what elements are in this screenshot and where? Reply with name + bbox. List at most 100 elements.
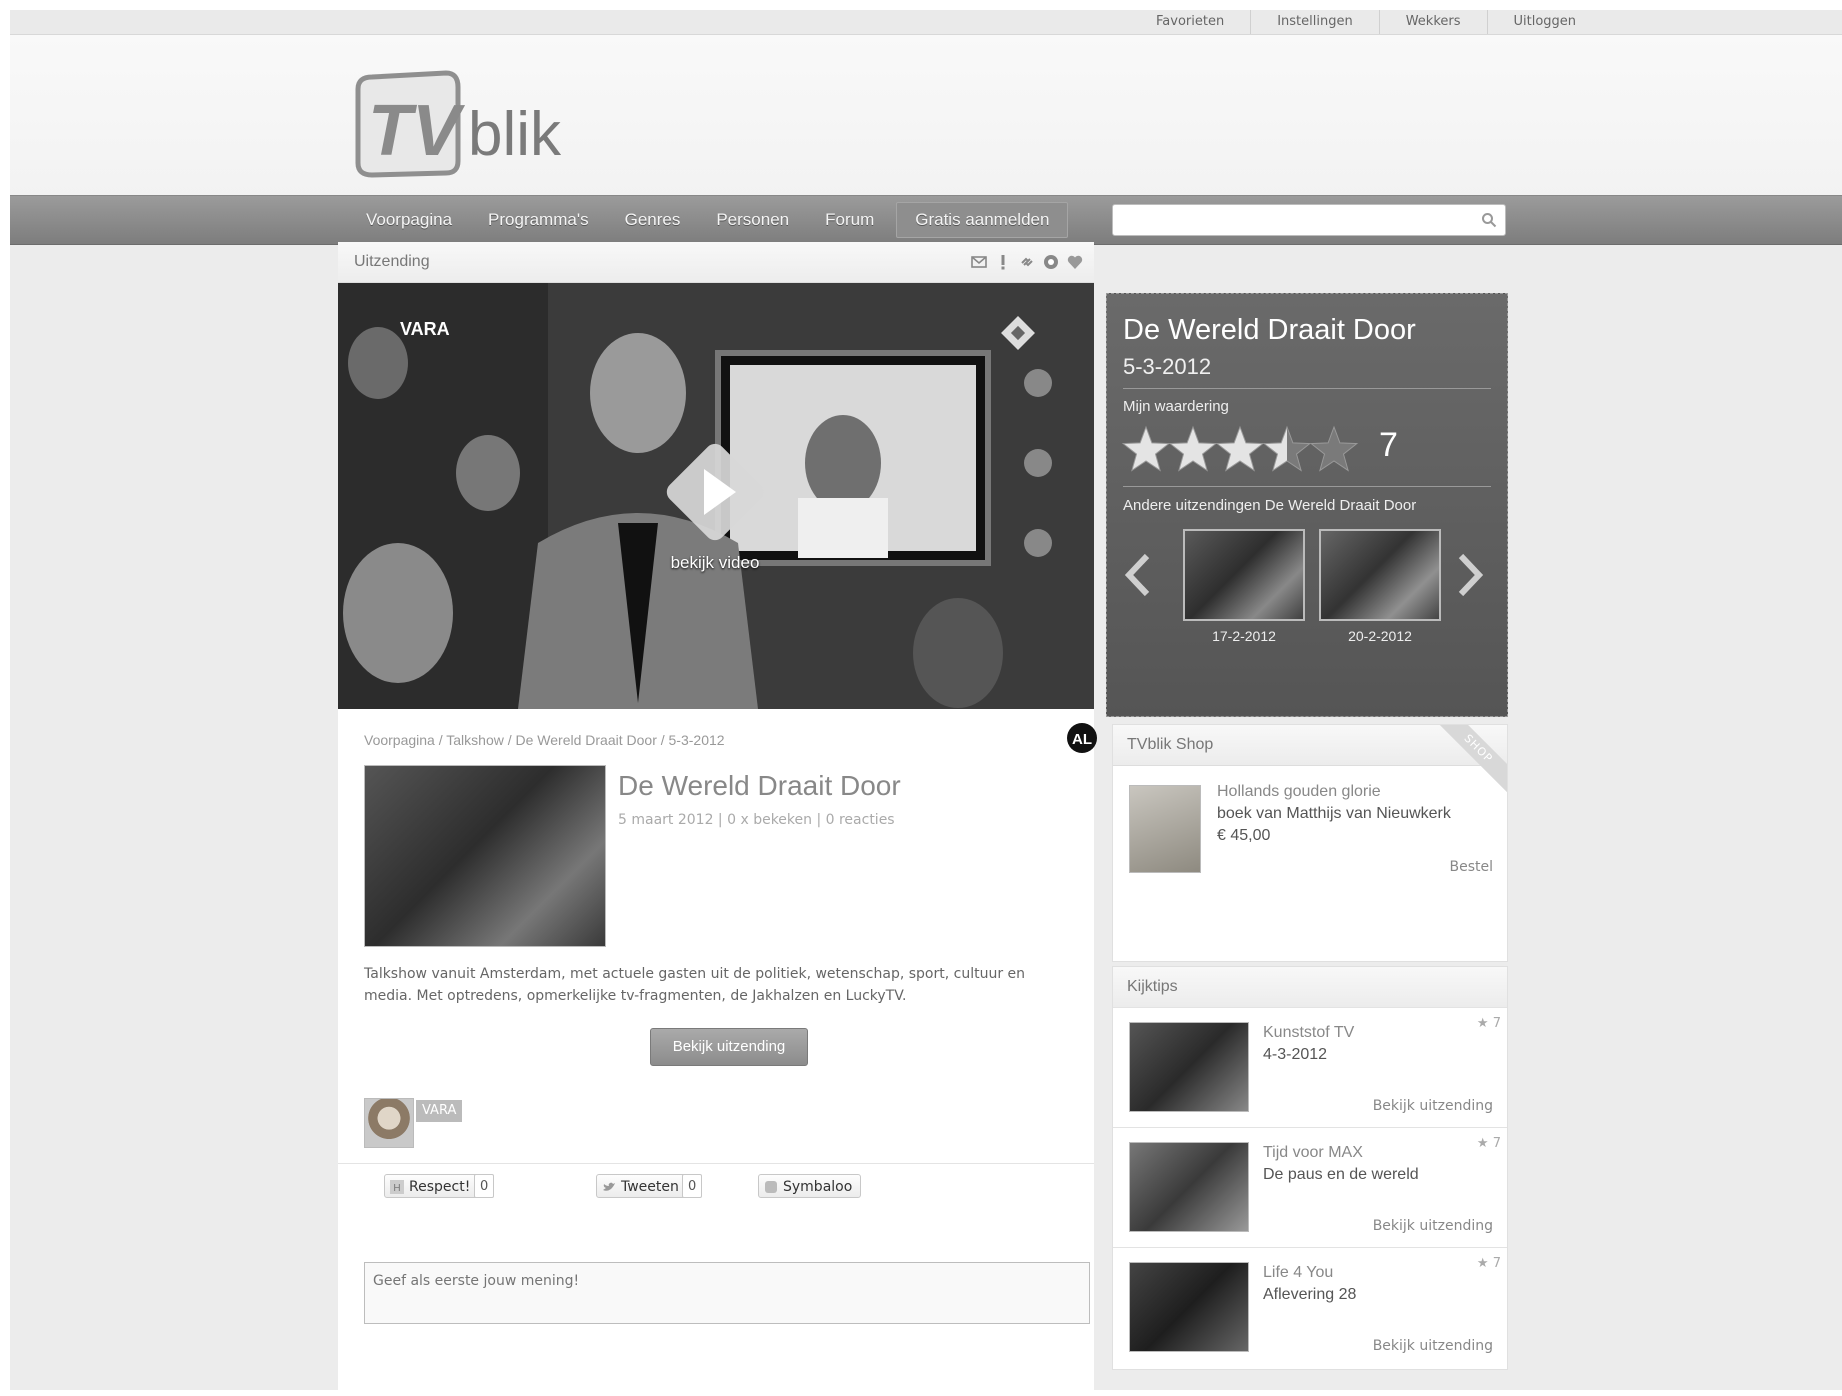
svg-text:H: H: [393, 1183, 400, 1194]
age-rating-text: AL: [1072, 731, 1092, 748]
respect-button[interactable]: H Respect!: [384, 1174, 480, 1198]
order-link[interactable]: Bestel: [1449, 859, 1493, 875]
list-item[interactable]: Life 4 You Aflevering 28 ★ 7 Bekijk uitz…: [1113, 1247, 1507, 1366]
nav-item-genres[interactable]: Genres: [607, 196, 699, 244]
site-header: TV blik: [10, 35, 1842, 205]
top-links: Favorieten Instellingen Wekkers Uitlogge…: [1130, 10, 1602, 34]
chevron-left-icon[interactable]: [1121, 550, 1155, 600]
respect-label: Respect!: [409, 1179, 471, 1195]
tweet-label: Tweeten: [621, 1179, 679, 1195]
logo-tv-text: TV: [368, 91, 466, 171]
episode-date: 5-3-2012: [1123, 354, 1212, 379]
tip-title[interactable]: Kunststof TV: [1263, 1024, 1354, 1042]
shop-box: TVblik Shop SHOP Hollands gouden glorie …: [1112, 724, 1508, 962]
video-player[interactable]: VARA bekijk video: [338, 283, 1094, 709]
tip-title[interactable]: Tijd voor MAX: [1263, 1144, 1363, 1162]
respect-icon: H: [390, 1180, 404, 1194]
age-rating-badge: AL: [1067, 723, 1097, 753]
tip-title[interactable]: Life 4 You: [1263, 1264, 1333, 1282]
nav-item-programmas[interactable]: Programma's: [470, 196, 607, 244]
tip-watch-link[interactable]: Bekijk uitzending: [1373, 1098, 1493, 1114]
broadcaster-avatar[interactable]: [364, 1098, 414, 1148]
top-link-favorieten[interactable]: Favorieten: [1130, 10, 1250, 34]
tip-subtitle: De paus en de wereld: [1263, 1166, 1419, 1183]
comment-input[interactable]: [364, 1262, 1090, 1324]
respect-count: 0: [474, 1174, 495, 1198]
shop-item-image[interactable]: [1129, 785, 1201, 873]
tip-thumbnail[interactable]: [1129, 1262, 1249, 1352]
list-item[interactable]: Kunststof TV 4-3-2012 ★ 7 Bekijk uitzend…: [1113, 1007, 1507, 1126]
share-icon[interactable]: [1042, 253, 1060, 271]
tip-subtitle: 4-3-2012: [1263, 1046, 1328, 1063]
tip-rating-value: 7: [1492, 1136, 1501, 1151]
divider: [1123, 486, 1491, 487]
article-meta: 5 maart 2012 | 0 x bekeken | 0 reacties: [618, 812, 895, 828]
top-utility-bar: Favorieten Instellingen Wekkers Uitlogge…: [10, 10, 1842, 35]
tip-rating: ★ 7: [1477, 1136, 1501, 1151]
nav-item-personen[interactable]: Personen: [698, 196, 807, 244]
link-icon[interactable]: [1018, 253, 1036, 271]
logo-blik-text: blik: [468, 100, 562, 169]
symbaloo-button[interactable]: Symbaloo: [758, 1174, 862, 1198]
shop-item-subtitle: boek van Matthijs van Nieuwkerk: [1217, 805, 1451, 822]
top-link-instellingen[interactable]: Instellingen: [1250, 10, 1379, 34]
mail-icon[interactable]: [970, 253, 988, 271]
tip-watch-link[interactable]: Bekijk uitzending: [1373, 1338, 1493, 1354]
top-link-uitloggen[interactable]: Uitloggen: [1486, 10, 1603, 34]
broadcaster-tag[interactable]: VARA: [416, 1100, 463, 1122]
nav-item-voorpagina[interactable]: Voorpagina: [348, 196, 470, 244]
top-link-wekkers[interactable]: Wekkers: [1378, 10, 1487, 34]
tip-rating-value: 7: [1492, 1256, 1501, 1271]
star-icon: ★: [1476, 1136, 1489, 1151]
rating-stars[interactable]: [1121, 422, 1361, 476]
tvblik-logo[interactable]: TV blik: [350, 69, 590, 179]
signup-button[interactable]: Gratis aanmelden: [896, 202, 1069, 238]
other-episode-thumbnail[interactable]: [1319, 529, 1441, 621]
star-icon[interactable]: [1309, 425, 1359, 472]
tip-watch-link[interactable]: Bekijk uitzending: [1373, 1218, 1493, 1234]
other-episodes-label: Andere uitzendingen De Wereld Draait Doo…: [1123, 497, 1417, 514]
breadcrumb[interactable]: Voorpagina / Talkshow / De Wereld Draait…: [364, 732, 725, 748]
divider: [338, 1163, 1094, 1164]
episode-title: De Wereld Draait Door: [1123, 314, 1416, 346]
play-icon[interactable]: [660, 437, 770, 547]
tip-rating: ★ 7: [1477, 1016, 1501, 1031]
list-item[interactable]: Tijd voor MAX De paus en de wereld ★ 7 B…: [1113, 1127, 1507, 1246]
star-icon[interactable]: [1168, 425, 1218, 472]
rating-label: Mijn waardering: [1123, 398, 1229, 415]
shop-ribbon: SHOP: [1437, 725, 1507, 795]
tip-thumbnail[interactable]: [1129, 1142, 1249, 1232]
tweet-button[interactable]: Tweeten: [596, 1174, 688, 1198]
shop-ribbon-label: SHOP: [1437, 725, 1507, 795]
shop-item-price: € 45,00: [1217, 827, 1271, 844]
other-episode-thumbnail[interactable]: [1183, 529, 1305, 621]
episode-info-panel: De Wereld Draait Door 5-3-2012 Mijn waar…: [1106, 293, 1508, 717]
other-episode-date[interactable]: 17-2-2012: [1183, 628, 1305, 644]
chevron-right-icon[interactable]: [1453, 550, 1487, 600]
kijktips-box: Kijktips Kunststof TV 4-3-2012 ★ 7 Bekij…: [1112, 966, 1508, 1370]
article-title: De Wereld Draait Door: [618, 770, 901, 801]
report-icon[interactable]: [994, 253, 1012, 271]
heart-icon[interactable]: [1066, 253, 1084, 271]
nav-item-forum[interactable]: Forum: [807, 196, 892, 244]
main-navigation: Voorpagina Programma's Genres Personen F…: [10, 195, 1842, 245]
star-icon: ★: [1476, 1256, 1489, 1271]
play-caption[interactable]: bekijk video: [630, 553, 800, 573]
search-icon[interactable]: [1481, 212, 1497, 228]
broadcast-section-title: Uitzending: [354, 253, 430, 270]
channel-logo: VARA: [400, 319, 450, 339]
twitter-bird-icon: [603, 1182, 615, 1191]
symbaloo-label: Symbaloo: [783, 1179, 853, 1195]
star-icon[interactable]: [1215, 425, 1265, 472]
star-icon[interactable]: [1121, 425, 1171, 472]
rating-score: 7: [1379, 426, 1398, 464]
other-episode-date[interactable]: 20-2-2012: [1319, 628, 1441, 644]
star-icon[interactable]: [1262, 425, 1312, 472]
watch-broadcast-button[interactable]: Bekijk uitzending: [650, 1028, 808, 1066]
tip-subtitle: Aflevering 28: [1263, 1286, 1357, 1303]
symbaloo-icon: [765, 1181, 777, 1193]
broadcast-header: Uitzending: [338, 242, 1094, 283]
search-input[interactable]: [1113, 205, 1483, 235]
shop-item-title[interactable]: Hollands gouden glorie: [1217, 783, 1381, 801]
tip-thumbnail[interactable]: [1129, 1022, 1249, 1112]
